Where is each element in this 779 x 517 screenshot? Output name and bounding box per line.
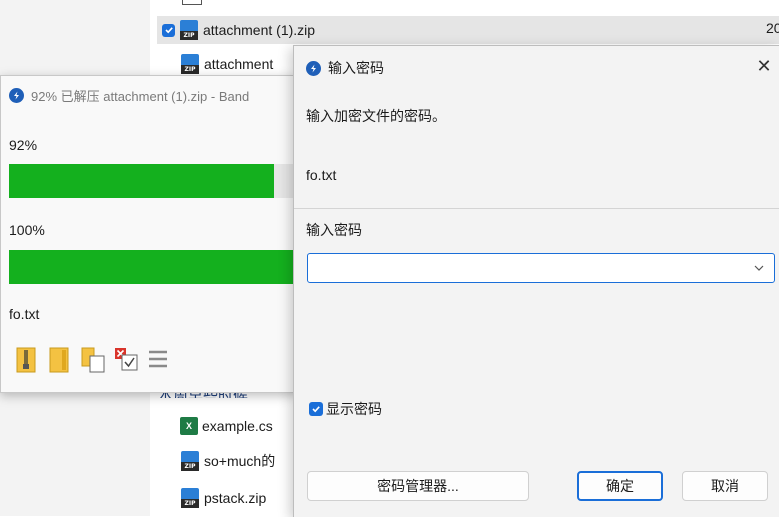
progress-title-text: 92% 已解压 attachment (1).zip - Band — [31, 89, 250, 104]
folder-zip-icon[interactable] — [14, 346, 38, 374]
file-name: so+much的 — [204, 453, 276, 469]
close-icon: ✕ — [756, 55, 772, 76]
zip-file-icon: ZIP — [180, 451, 200, 471]
password-dialog: 输入密码 ✕ 输入加密文件的密码。 fo.txt 输入密码 显示密码 密码管理器… — [293, 45, 779, 517]
zip-file-icon: ZIP — [180, 54, 200, 74]
encrypted-file-name: fo.txt — [306, 167, 337, 183]
show-password-label: 显示密码 — [326, 401, 382, 417]
dialog-titlebar[interactable]: 输入密码 ✕ — [294, 46, 779, 86]
progress-window-title: 92% 已解压 attachment (1).zip - Band — [9, 86, 249, 105]
close-button[interactable]: ✕ — [752, 54, 776, 78]
delete-check-icon[interactable] — [113, 346, 138, 374]
file-name: attachment — [204, 56, 274, 72]
file-icon-partial — [182, 0, 202, 5]
dialog-title: 输入密码 — [306, 58, 384, 78]
bandizip-icon — [9, 88, 24, 103]
file-progress-label: 100% — [9, 222, 45, 238]
file-row-attachment[interactable]: ZIP attachment — [180, 50, 273, 78]
chevron-down-icon[interactable] — [752, 261, 766, 275]
file-name: attachment (1).zip — [203, 22, 316, 38]
file-row-so-much[interactable]: ZIP so+much的 — [180, 447, 275, 475]
file-progress-fill — [9, 250, 297, 284]
extraction-progress-window: 92% 已解压 attachment (1).zip - Band 92% 10… — [0, 75, 298, 393]
dialog-prompt: 输入加密文件的密码。 — [306, 108, 446, 124]
bandizip-icon — [306, 60, 321, 76]
file-row-pstack[interactable]: ZIP pstack.zip — [180, 484, 266, 512]
file-name: example.cs — [202, 418, 273, 434]
zip-file-icon: ZIP — [179, 20, 199, 40]
total-progress-fill — [9, 164, 274, 198]
file-row-attachment-1-zip[interactable]: ZIP attachment (1).zip — [157, 16, 779, 44]
progress-toolbar — [14, 346, 170, 374]
password-combobox[interactable] — [307, 253, 775, 283]
menu-icon[interactable] — [146, 346, 170, 374]
file-size-partial: 20 — [766, 20, 779, 36]
current-file-label: fo.txt — [9, 306, 40, 322]
excel-file-icon: X — [180, 417, 198, 435]
ok-button[interactable]: 确定 — [577, 471, 663, 501]
dialog-title-text: 输入密码 — [328, 60, 384, 76]
row-checkbox[interactable] — [162, 23, 175, 37]
file-name: pstack.zip — [204, 490, 267, 506]
total-progress-label: 92% — [9, 137, 38, 153]
cancel-button[interactable]: 取消 — [682, 471, 768, 501]
zip-file-icon: ZIP — [180, 488, 200, 508]
copy-files-icon[interactable] — [80, 346, 105, 374]
file-row-example[interactable]: X example.cs — [180, 412, 273, 440]
folder-icon[interactable] — [47, 346, 71, 374]
password-input[interactable] — [314, 258, 748, 280]
password-label: 输入密码 — [306, 222, 362, 238]
total-progress-bar — [9, 164, 297, 198]
show-password-checkbox[interactable]: 显示密码 — [309, 399, 382, 419]
checkbox-checked-icon — [309, 402, 323, 416]
password-manager-button[interactable]: 密码管理器... — [307, 471, 529, 501]
divider — [294, 208, 779, 209]
file-progress-bar — [9, 250, 297, 284]
